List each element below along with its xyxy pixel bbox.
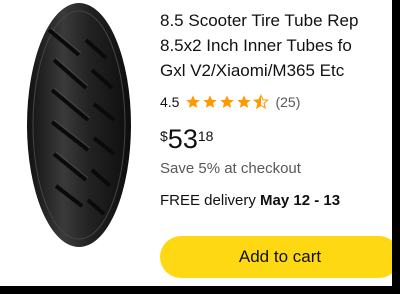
price-whole: 53: [167, 124, 198, 154]
star-full-icon: [186, 95, 201, 108]
product-card: 8.5 Scooter Tire Tube Rep 8.5x2 Inch Inn…: [0, 0, 400, 294]
rating-value: 4.5: [160, 94, 180, 110]
frame-edge: [0, 286, 400, 294]
add-to-cart-button[interactable]: Add to cart: [160, 236, 400, 278]
title-line: Gxl V2/Xiaomi/M365 Etc: [160, 61, 345, 80]
delivery-prefix: FREE delivery: [160, 192, 256, 209]
product-title[interactable]: 8.5 Scooter Tire Tube Rep 8.5x2 Inch Inn…: [160, 8, 400, 83]
delivery-info: FREE delivery May 12 - 13: [160, 192, 340, 209]
title-line: 8.5 Scooter Tire Tube Rep: [160, 11, 359, 30]
star-full-icon: [220, 95, 235, 108]
price: $5318: [160, 124, 213, 155]
star-half-icon: [253, 94, 270, 110]
tire-image: [27, 3, 131, 247]
product-image[interactable]: [10, 0, 150, 250]
frame-edge: [392, 0, 400, 294]
delivery-dates: May 12 - 13: [260, 192, 341, 209]
star-full-icon: [203, 95, 218, 108]
price-symbol: $: [160, 128, 168, 144]
review-count: (25): [275, 94, 301, 110]
title-line: 8.5x2 Inch Inner Tubes fo: [160, 36, 352, 55]
star-rating: [185, 94, 270, 110]
price-fraction: 18: [197, 128, 214, 144]
star-full-icon: [237, 95, 252, 108]
savings-text: Save 5% at checkout: [160, 160, 301, 177]
rating-row[interactable]: 4.5 (25): [160, 94, 300, 110]
